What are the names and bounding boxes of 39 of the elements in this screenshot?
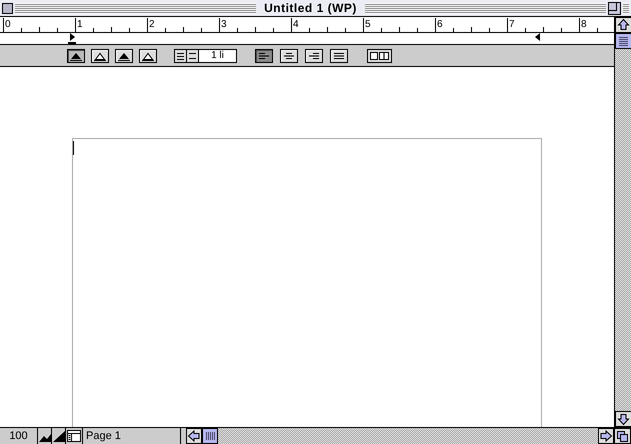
zoom-out-icon[interactable] [38, 428, 52, 444]
page-view-icon[interactable] [66, 428, 82, 444]
ruler-number: 6 [437, 19, 443, 30]
scroll-thumb[interactable] [615, 33, 631, 49]
ruler-number: 8 [581, 19, 587, 30]
close-box[interactable] [2, 2, 13, 14]
zoom-percentage[interactable]: 100 [0, 428, 38, 444]
horizontal-scroll-thumb[interactable] [202, 428, 218, 444]
ruler-number: 5 [365, 19, 371, 30]
scroll-right-arrow-icon[interactable] [598, 428, 614, 444]
alignment-button[interactable] [305, 48, 323, 62]
ruler-number: 1 [77, 19, 83, 30]
text-cursor [73, 141, 74, 155]
scroll-down-arrow-icon[interactable] [615, 411, 631, 427]
zoom-box[interactable] [608, 2, 622, 14]
alignment-button[interactable] [330, 48, 348, 62]
scroll-up-arrow-icon[interactable] [615, 17, 631, 33]
paragraph-indent-button[interactable] [139, 48, 157, 62]
window-title: Untitled 1 (WP) [263, 1, 358, 15]
alignment-button[interactable] [280, 48, 298, 62]
page-number: Page 1 [82, 428, 181, 444]
ruler-number: 4 [293, 19, 299, 30]
paragraph-indent-button[interactable] [91, 48, 109, 62]
ruler-number: 7 [509, 19, 515, 30]
left-indent-marker[interactable] [68, 33, 76, 44]
ruler-number: 3 [221, 19, 227, 30]
paragraph-indent-button[interactable] [67, 48, 85, 62]
title-bar-stripes [623, 2, 630, 14]
columns-icon[interactable] [367, 48, 392, 62]
paragraph-indent-button[interactable] [115, 48, 133, 62]
ruler-number: 2 [149, 19, 155, 30]
line-spacing-value: 1 li [199, 50, 236, 62]
alignment-button[interactable] [255, 48, 273, 62]
resize-box-icon[interactable] [614, 428, 631, 444]
decrease-spacing-icon[interactable] [175, 50, 187, 62]
right-indent-marker[interactable] [535, 33, 540, 41]
ruler-number: 0 [5, 19, 11, 30]
scroll-left-arrow-icon[interactable] [186, 428, 202, 444]
line-spacing-control[interactable]: 1 li [174, 48, 237, 62]
